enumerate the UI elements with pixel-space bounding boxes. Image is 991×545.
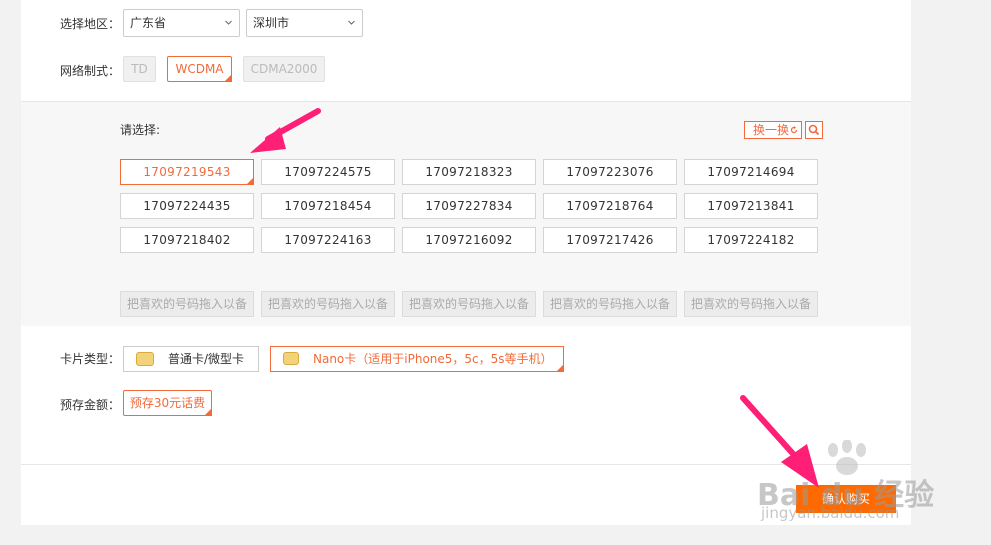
number-option[interactable]: 17097218454 bbox=[261, 193, 395, 219]
card-type-label: 卡片类型： bbox=[60, 352, 121, 366]
drop-slot-text: 把喜欢的号码拖入以备 bbox=[549, 297, 670, 311]
drop-slot-text: 把喜欢的号码拖入以备 bbox=[126, 297, 247, 311]
deposit-option-text: 预存30元话费 bbox=[129, 396, 206, 410]
selected-corner-icon bbox=[224, 74, 232, 82]
number-text: 17097218454 bbox=[284, 199, 372, 213]
drop-slot-text: 把喜欢的号码拖入以备 bbox=[267, 297, 388, 311]
refresh-icon bbox=[790, 126, 798, 134]
network-option-label: TD bbox=[131, 62, 148, 76]
card-type-text: Nano卡（适用于iPhone5，5c，5s等手机） bbox=[313, 352, 553, 366]
number-option[interactable]: 17097216092 bbox=[402, 227, 536, 253]
drop-slot-text: 把喜欢的号码拖入以备 bbox=[690, 297, 811, 311]
number-option[interactable]: 17097227834 bbox=[402, 193, 536, 219]
chevron-down-icon bbox=[225, 20, 232, 25]
number-text: 17097223076 bbox=[566, 165, 654, 179]
number-text: 17097218402 bbox=[143, 233, 231, 247]
sim-card-icon bbox=[136, 352, 154, 366]
number-text: 17097224163 bbox=[284, 233, 372, 247]
card-type-nano[interactable]: Nano卡（适用于iPhone5，5c，5s等手机） bbox=[270, 346, 564, 372]
network-option-wcdma[interactable]: WCDMA bbox=[167, 56, 232, 82]
favorite-drop-slot[interactable]: 把喜欢的号码拖入以备 bbox=[543, 291, 677, 317]
region-network-panel: 选择地区： 广东省 深圳市 网络制式： TD WCDMA CDMA2000 bbox=[21, 0, 911, 101]
search-icon bbox=[808, 124, 820, 136]
selected-corner-icon bbox=[556, 364, 564, 372]
refresh-label: 换一换 bbox=[753, 123, 790, 137]
province-select[interactable]: 广东省 bbox=[123, 9, 240, 37]
number-option[interactable]: 17097218323 bbox=[402, 159, 536, 185]
baidu-jingyan-watermark: Bai du 经验 jingyan.baidu.com bbox=[755, 439, 940, 522]
chooser-label: 请选择: bbox=[120, 123, 161, 137]
network-option-label: CDMA2000 bbox=[250, 62, 318, 76]
number-text: 17097219543 bbox=[143, 165, 231, 179]
favorite-drop-slot[interactable]: 把喜欢的号码拖入以备 bbox=[402, 291, 536, 317]
city-value: 深圳市 bbox=[253, 16, 290, 30]
number-text: 17097227834 bbox=[425, 199, 513, 213]
card-type-text: 普通卡/微型卡 bbox=[168, 352, 245, 366]
deposit-label: 预存金额： bbox=[60, 398, 121, 412]
province-value: 广东省 bbox=[130, 16, 167, 30]
number-option[interactable]: 17097224435 bbox=[120, 193, 254, 219]
watermark-url: jingyan.baidu.com bbox=[761, 504, 900, 522]
city-select[interactable]: 深圳市 bbox=[246, 9, 363, 37]
number-option[interactable]: 17097218402 bbox=[120, 227, 254, 253]
number-text: 17097218323 bbox=[425, 165, 513, 179]
number-option[interactable]: 17097224575 bbox=[261, 159, 395, 185]
number-option[interactable]: 17097219543 bbox=[120, 159, 254, 185]
number-text: 17097216092 bbox=[425, 233, 513, 247]
number-text: 17097213841 bbox=[707, 199, 795, 213]
number-chooser-panel: 请选择: 换一换 17097219543 17097224575 1709721… bbox=[21, 101, 911, 326]
network-option-label: WCDMA bbox=[175, 62, 224, 76]
number-option[interactable]: 17097224163 bbox=[261, 227, 395, 253]
refresh-button[interactable]: 换一换 bbox=[744, 121, 802, 139]
number-option[interactable]: 17097218764 bbox=[543, 193, 677, 219]
favorite-drop-slot[interactable]: 把喜欢的号码拖入以备 bbox=[684, 291, 818, 317]
chevron-down-icon bbox=[348, 20, 355, 25]
card-type-standard[interactable]: 普通卡/微型卡 bbox=[123, 346, 259, 372]
number-option[interactable]: 17097223076 bbox=[543, 159, 677, 185]
number-option[interactable]: 17097214694 bbox=[684, 159, 818, 185]
number-text: 17097224435 bbox=[143, 199, 231, 213]
number-text: 17097214694 bbox=[707, 165, 795, 179]
network-option-td[interactable]: TD bbox=[123, 56, 156, 82]
number-text: 17097217426 bbox=[566, 233, 654, 247]
favorite-drop-slot[interactable]: 把喜欢的号码拖入以备 bbox=[261, 291, 395, 317]
deposit-option[interactable]: 预存30元话费 bbox=[123, 390, 212, 416]
region-label: 选择地区： bbox=[60, 17, 121, 31]
drop-slot-text: 把喜欢的号码拖入以备 bbox=[408, 297, 529, 311]
favorite-drop-slot[interactable]: 把喜欢的号码拖入以备 bbox=[120, 291, 254, 317]
sim-card-icon bbox=[283, 352, 299, 365]
number-text: 17097224182 bbox=[707, 233, 795, 247]
number-option[interactable]: 17097217426 bbox=[543, 227, 677, 253]
number-option[interactable]: 17097213841 bbox=[684, 193, 818, 219]
selected-corner-icon bbox=[204, 408, 212, 416]
network-label: 网络制式： bbox=[60, 64, 121, 78]
number-text: 17097224575 bbox=[284, 165, 372, 179]
selected-corner-icon bbox=[246, 177, 254, 185]
network-option-cdma2000[interactable]: CDMA2000 bbox=[243, 56, 325, 82]
search-button[interactable] bbox=[805, 121, 823, 139]
number-text: 17097218764 bbox=[566, 199, 654, 213]
number-option[interactable]: 17097224182 bbox=[684, 227, 818, 253]
